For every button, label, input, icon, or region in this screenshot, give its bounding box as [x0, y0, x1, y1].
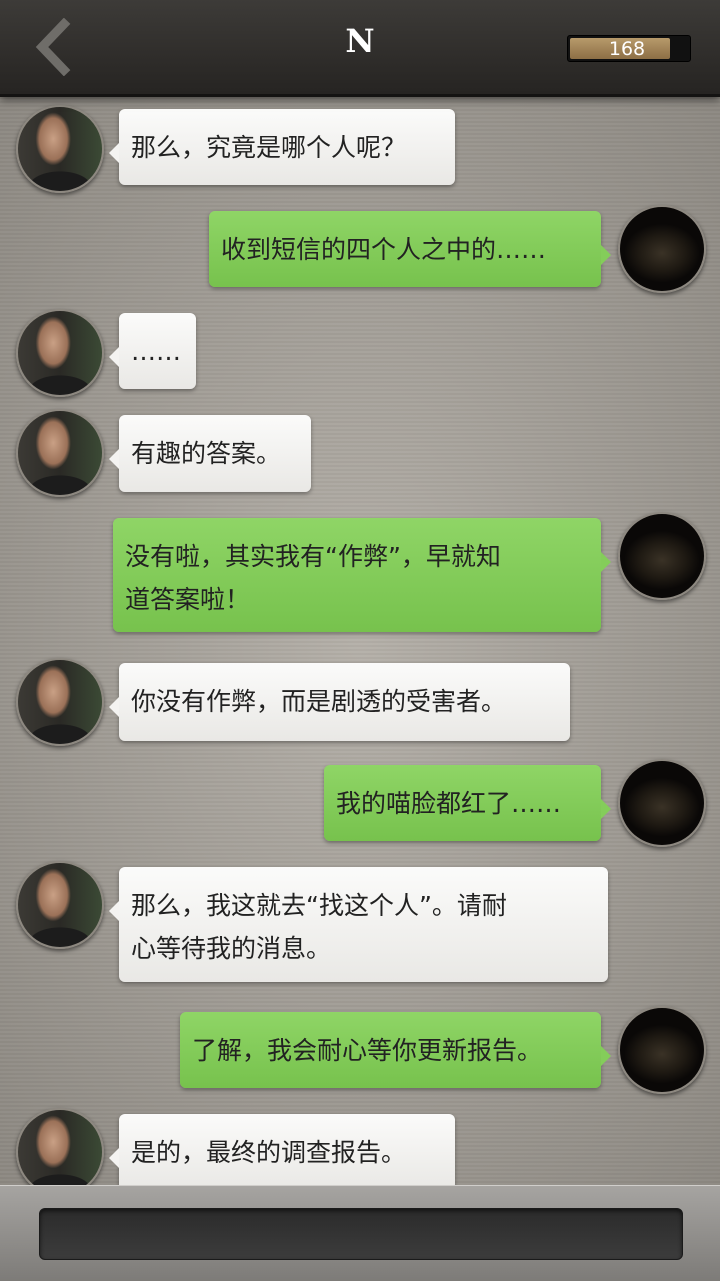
message-text: 了解，我会耐心等你更新报告。 [192, 1036, 543, 1065]
user-avatar[interactable] [618, 512, 706, 600]
contact-avatar[interactable] [16, 1108, 104, 1185]
contact-avatar[interactable] [16, 309, 104, 397]
contact-avatar[interactable] [16, 658, 104, 746]
contact-avatar[interactable] [16, 861, 104, 949]
incoming-message-bubble: …… [109, 313, 196, 389]
user-avatar[interactable] [618, 205, 706, 293]
incoming-message-bubble: 你没有作弊，而是剧透的受害者。 [109, 663, 570, 741]
contact-avatar[interactable] [16, 409, 104, 497]
chat-area[interactable]: 那么，究竟是哪个人呢？ 收到短信的四个人之中的…… …… 有趣的答案。 没有啦，… [0, 97, 720, 1185]
message-text: 我的喵脸都红了…… [336, 789, 562, 818]
contact-avatar[interactable] [16, 105, 104, 193]
user-avatar[interactable] [618, 759, 706, 847]
reply-input[interactable] [39, 1208, 683, 1260]
message-text: …… [131, 337, 181, 366]
incoming-message-bubble: 是的，最终的调查报告。 [109, 1114, 455, 1185]
message-text: 你没有作弊，而是剧透的受害者。 [131, 687, 507, 716]
message-text: 那么，我这就去“找这个人”。请耐 心等待我的消息。 [131, 891, 507, 963]
message-text: 收到短信的四个人之中的…… [221, 235, 547, 264]
message-text: 有趣的答案。 [131, 439, 282, 468]
bottom-bar [0, 1185, 720, 1281]
incoming-message-bubble: 那么，究竟是哪个人呢？ [109, 109, 455, 185]
message-text: 那么，究竟是哪个人呢？ [131, 133, 407, 162]
message-text: 是的，最终的调查报告。 [131, 1138, 407, 1167]
counter-value: 168 [608, 38, 646, 60]
incoming-message-bubble: 那么，我这就去“找这个人”。请耐 心等待我的消息。 [109, 867, 608, 982]
outgoing-message-bubble: 收到短信的四个人之中的…… [209, 211, 611, 287]
progress-counter: 168 [567, 35, 691, 62]
incoming-message-bubble: 有趣的答案。 [109, 415, 311, 492]
outgoing-message-bubble: 没有啦，其实我有“作弊”，早就知 道答案啦！ [113, 518, 611, 632]
top-bar: N 168 [0, 0, 720, 97]
outgoing-message-bubble: 了解，我会耐心等你更新报告。 [180, 1012, 611, 1088]
outgoing-message-bubble: 我的喵脸都红了…… [324, 765, 611, 841]
user-avatar[interactable] [618, 1006, 706, 1094]
message-text: 没有啦，其实我有“作弊”，早就知 道答案啦！ [125, 542, 501, 614]
